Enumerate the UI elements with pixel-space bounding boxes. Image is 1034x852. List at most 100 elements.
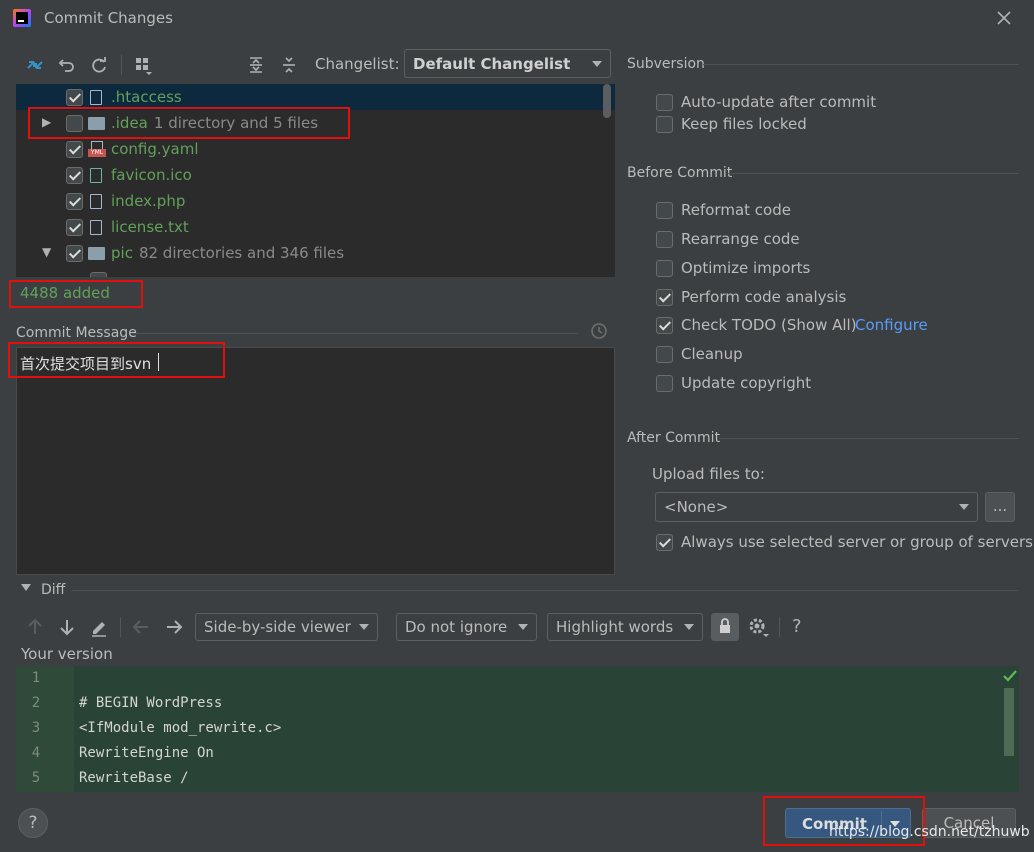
highlight-idea-box [28,107,350,139]
chevron-down-icon [684,624,694,630]
changelist-select[interactable]: Default Changelist [404,49,611,78]
cleanup-label: Cleanup [681,345,743,363]
code-analysis-label: Perform code analysis [681,288,847,306]
tree-row-text: pic 82 directories and 346 files [111,244,344,262]
diff-help-button[interactable]: ? [792,616,802,637]
cleanup-checkbox[interactable] [656,346,673,363]
collapse-arrow-icon[interactable]: ▼ [42,245,51,259]
code-line: 5 RewriteBase / [16,766,1018,791]
tree-scrollbar[interactable] [603,84,611,118]
toolbar-separator [121,55,122,75]
arrow-down-icon[interactable] [54,614,80,640]
code-line: 4 RewriteEngine On [16,741,1018,766]
changelist-value: Default Changelist [413,54,571,73]
optimize-label: Optimize imports [681,259,811,277]
file-name: .htaccess [111,88,182,106]
diff-title: Diff [41,582,66,598]
tree-row[interactable]: ▼ pic 82 directories and 346 files [16,240,615,266]
line-number: 4 [31,745,41,761]
group-by-icon[interactable] [130,52,156,78]
after-commit-title: After Commit [627,430,721,446]
rearrange-label: Rearrange code [681,230,800,248]
viewer-select[interactable]: Side-by-side viewer [195,613,378,641]
always-use-label: Always use selected server or group of s… [681,533,1033,551]
row-checkbox[interactable] [66,219,83,236]
row-checkbox[interactable] [66,193,83,210]
refresh-icon[interactable] [86,52,112,78]
subversion-title: Subversion [627,56,705,72]
always-use-checkbox[interactable] [656,534,673,551]
commit-message-label: Commit Message [16,325,137,341]
arrow-left-icon[interactable] [128,614,154,640]
tree-row[interactable]: license.txt [16,214,615,240]
keep-locked-label: Keep files locked [681,115,807,133]
folder-detail: 82 directories and 346 files [138,244,345,262]
file-name: config.yaml [111,140,199,158]
diff-scrollbar[interactable] [1004,688,1014,756]
diff-editor[interactable]: 1 2 # BEGIN WordPress 3 <IfModule mod_rewr… [16,666,1019,792]
commit-message-input[interactable]: 首次提交项目到svn [16,347,615,575]
auto-update-label: Auto-update after commit [681,93,877,111]
copyright-label: Update copyright [681,374,812,392]
changelist-label: Changelist: [315,55,400,73]
row-checkbox[interactable] [66,89,83,106]
before-commit-separator [728,173,1019,174]
help-button[interactable]: ? [18,808,48,838]
upload-select[interactable]: <None> [655,492,978,522]
code-line: 1 [16,666,1018,691]
copyright-checkbox[interactable] [656,375,673,392]
auto-update-checkbox[interactable] [656,94,673,111]
browse-label: ... [992,497,1008,515]
arrow-right-icon[interactable] [161,614,187,640]
subversion-separator [703,64,1019,65]
chevron-down-icon [518,624,528,630]
diff-separator [72,590,1018,591]
line-number: 5 [31,770,41,786]
row-checkbox[interactable] [66,167,83,184]
code-analysis-checkbox[interactable] [656,289,673,306]
rollback-icon[interactable] [54,52,80,78]
check-icon [1002,668,1018,684]
yaml-file-icon: YML [88,141,106,157]
row-checkbox[interactable] [66,141,83,158]
keep-locked-checkbox[interactable] [656,116,673,133]
expand-all-icon[interactable] [243,52,269,78]
upload-value: <None> [664,498,729,516]
diff-collapse-icon[interactable] [21,584,31,591]
optimize-checkbox[interactable] [656,260,673,277]
row-checkbox[interactable] [66,245,83,262]
check-todo-checkbox[interactable] [656,317,673,334]
tree-row[interactable]: favicon.ico [16,162,615,188]
line-number: 1 [31,670,41,686]
highlight-value: Highlight words [556,618,674,636]
line-number: 2 [31,695,41,711]
configure-link[interactable]: Configure [855,316,928,334]
collapse-all-icon[interactable] [276,52,302,78]
close-icon[interactable] [993,7,1015,29]
highlight-select[interactable]: Highlight words [547,613,703,641]
before-commit-title: Before Commit [627,165,733,181]
line-text: RewriteBase / [79,770,189,786]
line-text: RewriteEngine On [79,745,214,761]
tree-row[interactable]: index.php [16,188,615,214]
title-bar: Commit Changes [0,0,1034,38]
reformat-checkbox[interactable] [656,202,673,219]
arrow-up-icon[interactable] [22,614,48,640]
lock-icon[interactable] [711,613,739,641]
toolbar-separator [779,617,780,637]
tree-row[interactable]: YML config.yaml [16,136,615,162]
show-diff-icon[interactable] [22,52,48,78]
gear-icon[interactable] [746,615,770,639]
browse-button[interactable]: ... [985,492,1015,522]
file-icon [90,90,102,105]
folder-name: pic [111,244,133,262]
file-icon [90,168,102,183]
code-line: 2 # BEGIN WordPress [16,691,1018,716]
help-label: ? [28,813,38,833]
rearrange-checkbox[interactable] [656,231,673,248]
reformat-label: Reformat code [681,201,791,219]
ignore-select[interactable]: Do not ignore [396,613,537,641]
history-icon[interactable] [589,321,609,341]
edit-icon[interactable] [86,614,112,640]
line-number: 3 [31,720,41,736]
